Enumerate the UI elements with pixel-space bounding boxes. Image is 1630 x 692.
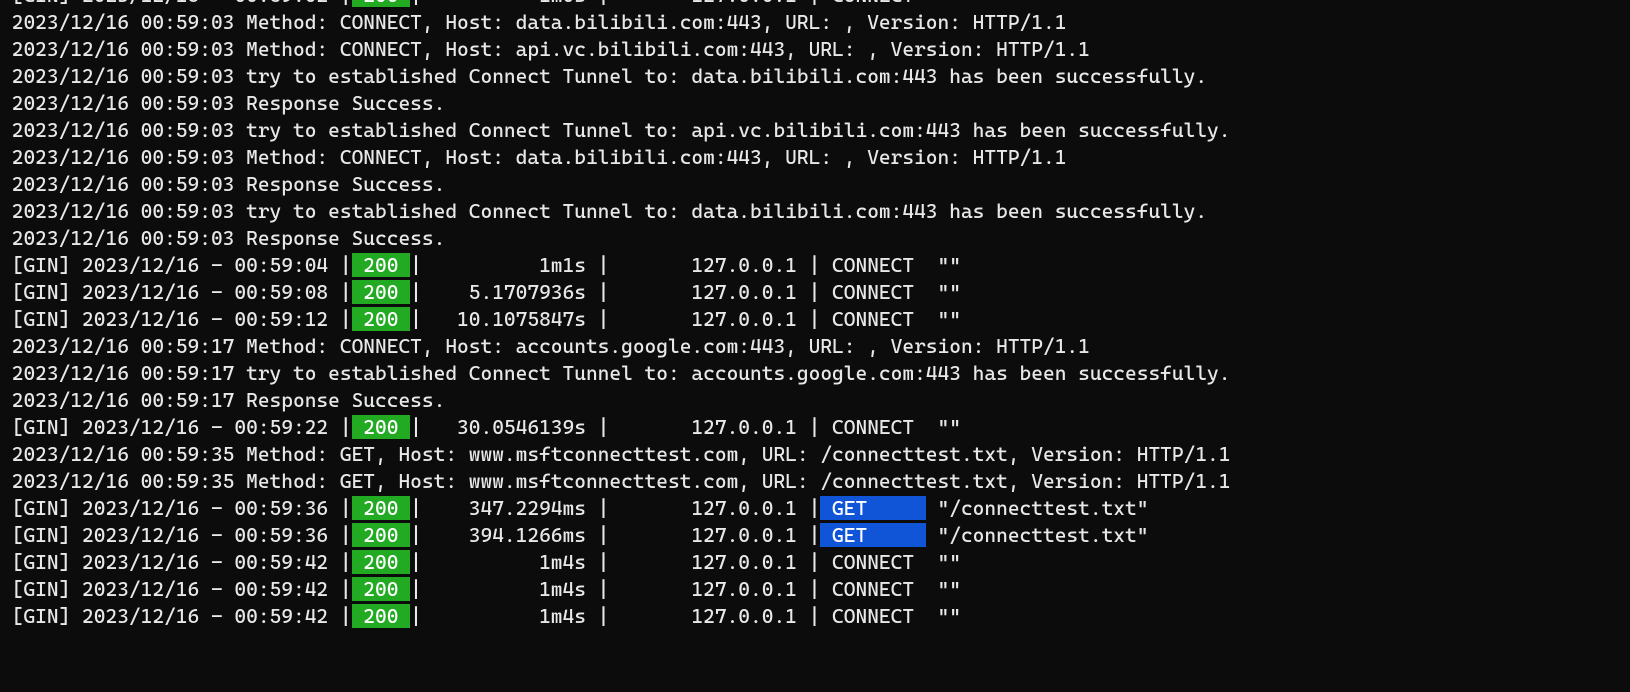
log-line: 2023/12/16 00:59:03 Method: CONNECT, Hos…	[0, 36, 1630, 63]
log-line: 2023/12/16 00:59:03 Response Success.	[0, 225, 1630, 252]
log-line: [GIN] 2023/12/16 - 00:59:12 | 200 | 10.1…	[0, 306, 1630, 333]
log-line: 2023/12/16 00:59:03 Method: CONNECT, Hos…	[0, 9, 1630, 36]
status-code-badge: 200	[352, 280, 411, 304]
log-line: [GIN] 2023/12/16 - 00:59:42 | 200 | 1m4s…	[0, 576, 1630, 603]
status-code-badge: 200	[352, 307, 411, 331]
log-line: 2023/12/16 00:59:03 Response Success.	[0, 90, 1630, 117]
status-code-badge: 200	[352, 253, 411, 277]
log-line: [GIN] 2023/12/16 - 00:59:22 | 200 | 30.0…	[0, 414, 1630, 441]
log-line: 2023/12/16 00:59:03 Response Success.	[0, 171, 1630, 198]
log-line: [GIN] 2023/12/16 - 00:59:36 | 200 | 394.…	[0, 522, 1630, 549]
log-line: 2023/12/16 00:59:17 try to established C…	[0, 360, 1630, 387]
log-line: [GIN] 2023/12/16 - 00:59:42 | 200 | 1m4s…	[0, 603, 1630, 630]
log-line: 2023/12/16 00:59:35 Method: GET, Host: w…	[0, 468, 1630, 495]
status-code-badge: 200	[352, 0, 411, 7]
http-method-badge: GET	[820, 496, 925, 520]
log-line: 2023/12/16 00:59:03 Method: CONNECT, Hos…	[0, 144, 1630, 171]
log-line: [GIN] 2023/12/16 - 00:59:42 | 200 | 1m4s…	[0, 549, 1630, 576]
log-line: [GIN] 2023/12/16 - 00:59:02 | 200 | 1m0s…	[0, 0, 1630, 9]
log-line: [GIN] 2023/12/16 - 00:59:08 | 200 | 5.17…	[0, 279, 1630, 306]
log-line: 2023/12/16 00:59:17 Response Success.	[0, 387, 1630, 414]
log-line: [GIN] 2023/12/16 - 00:59:36 | 200 | 347.…	[0, 495, 1630, 522]
window-edge	[0, 0, 12, 34]
log-line: 2023/12/16 00:59:03 try to established C…	[0, 117, 1630, 144]
log-line: 2023/12/16 00:59:35 Method: GET, Host: w…	[0, 441, 1630, 468]
log-line: 2023/12/16 00:59:17 Method: CONNECT, Hos…	[0, 333, 1630, 360]
terminal-output[interactable]: [GIN] 2023/12/16 - 00:59:02 | 200 | 1m0s…	[0, 0, 1630, 648]
status-code-badge: 200	[352, 415, 411, 439]
status-code-badge: 200	[352, 496, 411, 520]
status-code-badge: 200	[352, 604, 411, 628]
log-line: 2023/12/16 00:59:03 try to established C…	[0, 198, 1630, 225]
log-line: 2023/12/16 00:59:03 try to established C…	[0, 63, 1630, 90]
http-method-badge: GET	[820, 523, 925, 547]
log-line: [GIN] 2023/12/16 - 00:59:04 | 200 | 1m1s…	[0, 252, 1630, 279]
status-code-badge: 200	[352, 523, 411, 547]
status-code-badge: 200	[352, 577, 411, 601]
status-code-badge: 200	[352, 550, 411, 574]
